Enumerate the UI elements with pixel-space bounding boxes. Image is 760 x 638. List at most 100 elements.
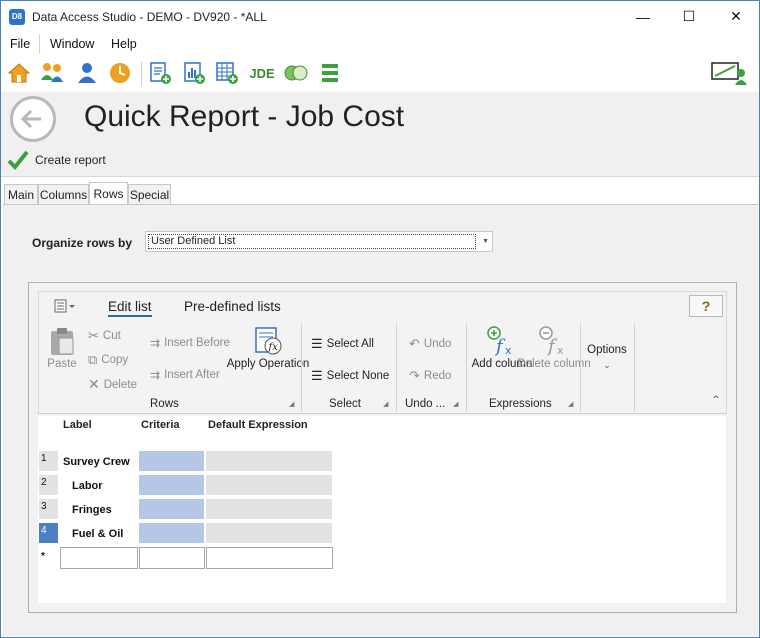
collapse-ribbon-icon[interactable]: ⌃ bbox=[711, 393, 721, 407]
tab-edit-list[interactable]: Edit list bbox=[108, 299, 152, 317]
ribbon: Edit list Pre-defined lists ? Paste ✂ Cu… bbox=[38, 291, 727, 414]
organize-rows-label: Organize rows by bbox=[32, 236, 133, 250]
new-row-label-cell[interactable] bbox=[60, 547, 138, 569]
criteria-cell[interactable] bbox=[138, 474, 205, 496]
delete-label: Delete bbox=[103, 378, 137, 391]
group-divider bbox=[301, 323, 302, 412]
compare-icon[interactable] bbox=[283, 60, 309, 86]
organize-rows-value: User Defined List bbox=[148, 234, 476, 249]
default-expression-cell[interactable] bbox=[205, 522, 333, 544]
new-chart-icon[interactable] bbox=[181, 60, 207, 86]
column-header-default-expression[interactable]: Default Expression bbox=[208, 419, 308, 431]
clipboard-icon bbox=[51, 328, 74, 355]
checkmark-icon bbox=[7, 150, 29, 170]
undo-button[interactable]: ↶ Undo bbox=[409, 336, 451, 352]
row-number[interactable]: 2 bbox=[38, 474, 59, 496]
options-dropdown[interactable]: Options ⌄ bbox=[584, 344, 630, 372]
create-report-label: Create report bbox=[35, 153, 106, 167]
menu-help[interactable]: Help bbox=[111, 37, 137, 51]
insert-before-icon: ⇉ bbox=[150, 336, 161, 350]
tab-columns[interactable]: Columns bbox=[38, 184, 89, 205]
minimize-button[interactable]: — bbox=[620, 1, 666, 32]
copy-button[interactable]: ⧉ Copy bbox=[88, 352, 128, 368]
scissors-icon: ✂ bbox=[88, 328, 99, 343]
user-icon[interactable] bbox=[74, 60, 100, 86]
row-number[interactable]: 3 bbox=[38, 498, 59, 520]
svg-text:fx: fx bbox=[268, 342, 279, 353]
insert-before-button[interactable]: ⇉ Insert Before bbox=[150, 336, 230, 350]
tab-main[interactable]: Main bbox=[4, 184, 38, 205]
new-table-icon[interactable] bbox=[214, 60, 240, 86]
criteria-cell[interactable] bbox=[138, 450, 205, 472]
rows-group-launcher-icon[interactable]: ◢ bbox=[289, 401, 297, 409]
tab-special[interactable]: Special bbox=[128, 184, 171, 205]
ribbon-menu-icon[interactable] bbox=[54, 298, 76, 314]
main-toolbar: JDE bbox=[1, 56, 759, 92]
default-expression-cell[interactable] bbox=[205, 450, 333, 472]
select-none-button[interactable]: ☰ Select None bbox=[311, 368, 389, 384]
table-row-label-cell[interactable]: Fuel & Oil bbox=[59, 522, 138, 544]
insert-after-button[interactable]: ⇉ Insert After bbox=[150, 368, 220, 382]
select-none-label: Select None bbox=[326, 370, 390, 382]
home-icon[interactable] bbox=[6, 60, 32, 86]
column-header-criteria[interactable]: Criteria bbox=[141, 419, 180, 431]
page-title: Quick Report - Job Cost bbox=[84, 100, 405, 133]
apply-operation-button[interactable]: fx Apply Operation bbox=[227, 326, 309, 371]
undo-group-launcher-icon[interactable]: ◢ bbox=[453, 401, 461, 409]
rows-tab-content: Organize rows by User Defined List ▼ Edi… bbox=[3, 204, 758, 636]
tab-predefined-lists[interactable]: Pre-defined lists bbox=[184, 299, 281, 314]
redo-button[interactable]: ↷ Redo bbox=[409, 368, 451, 384]
menu-file[interactable]: File bbox=[10, 37, 30, 51]
new-row-criteria-cell[interactable] bbox=[139, 547, 205, 569]
arrow-left-icon bbox=[20, 109, 41, 129]
maximize-button[interactable]: ☐ bbox=[666, 1, 712, 32]
delete-column-button[interactable]: fx Delete column bbox=[517, 326, 591, 371]
menu-window[interactable]: Window bbox=[50, 37, 94, 51]
jde-icon[interactable]: JDE bbox=[248, 60, 276, 86]
window-title: Data Access Studio - DEMO - DV920 - *ALL bbox=[32, 10, 267, 24]
list-icon[interactable] bbox=[317, 60, 343, 86]
table-row-label-cell[interactable]: Labor bbox=[59, 474, 138, 496]
undo-group-label: Undo ... bbox=[405, 398, 446, 410]
title-bar: D8 Data Access Studio - DEMO - DV920 - *… bbox=[1, 1, 759, 32]
copy-icon: ⧉ bbox=[88, 352, 98, 367]
paste-button[interactable]: Paste bbox=[46, 326, 78, 371]
column-header-label[interactable]: Label bbox=[63, 419, 92, 431]
delete-x-icon: ✕ bbox=[88, 376, 100, 392]
cut-button[interactable]: ✂ Cut bbox=[88, 328, 121, 344]
organize-rows-select[interactable]: User Defined List ▼ bbox=[145, 231, 493, 252]
present-screen-icon[interactable] bbox=[709, 60, 751, 86]
delete-button[interactable]: ✕ Delete bbox=[88, 376, 137, 393]
default-expression-cell[interactable] bbox=[205, 498, 333, 520]
insert-after-icon: ⇉ bbox=[150, 368, 161, 382]
create-report-button[interactable]: Create report bbox=[7, 147, 106, 173]
default-expression-cell[interactable] bbox=[205, 474, 333, 496]
select-all-button[interactable]: ☰ Select All bbox=[311, 336, 374, 352]
chevron-down-icon: ▼ bbox=[482, 238, 489, 245]
table-row-label-cell[interactable]: Survey Crew bbox=[59, 450, 138, 472]
help-icon: ? bbox=[701, 298, 711, 314]
row-number[interactable]: 1 bbox=[38, 450, 59, 472]
redo-icon: ↷ bbox=[409, 368, 420, 383]
select-none-icon: ☰ bbox=[311, 368, 323, 383]
group-divider bbox=[580, 323, 581, 412]
group-divider bbox=[634, 323, 635, 412]
select-group-launcher-icon[interactable]: ◢ bbox=[383, 401, 391, 409]
rows-group-label: Rows bbox=[150, 398, 179, 410]
users-group-icon[interactable] bbox=[39, 60, 65, 86]
page-header: Quick Report - Job Cost bbox=[1, 92, 759, 144]
expressions-group-launcher-icon[interactable]: ◢ bbox=[568, 401, 576, 409]
criteria-cell[interactable] bbox=[138, 498, 205, 520]
back-button[interactable] bbox=[10, 96, 56, 142]
new-report-icon[interactable] bbox=[147, 60, 173, 86]
tab-rows[interactable]: Rows bbox=[89, 182, 128, 205]
new-row-expression-cell[interactable] bbox=[206, 547, 333, 569]
clock-icon[interactable] bbox=[107, 60, 133, 86]
row-number[interactable]: 4 bbox=[38, 522, 59, 544]
close-button[interactable]: ✕ bbox=[713, 1, 759, 32]
criteria-cell[interactable] bbox=[138, 522, 205, 544]
help-button[interactable]: ? bbox=[689, 295, 723, 317]
action-bar: Create report bbox=[1, 144, 759, 177]
select-all-label: Select All bbox=[326, 338, 374, 350]
table-row-label-cell[interactable]: Fringes bbox=[59, 498, 138, 520]
